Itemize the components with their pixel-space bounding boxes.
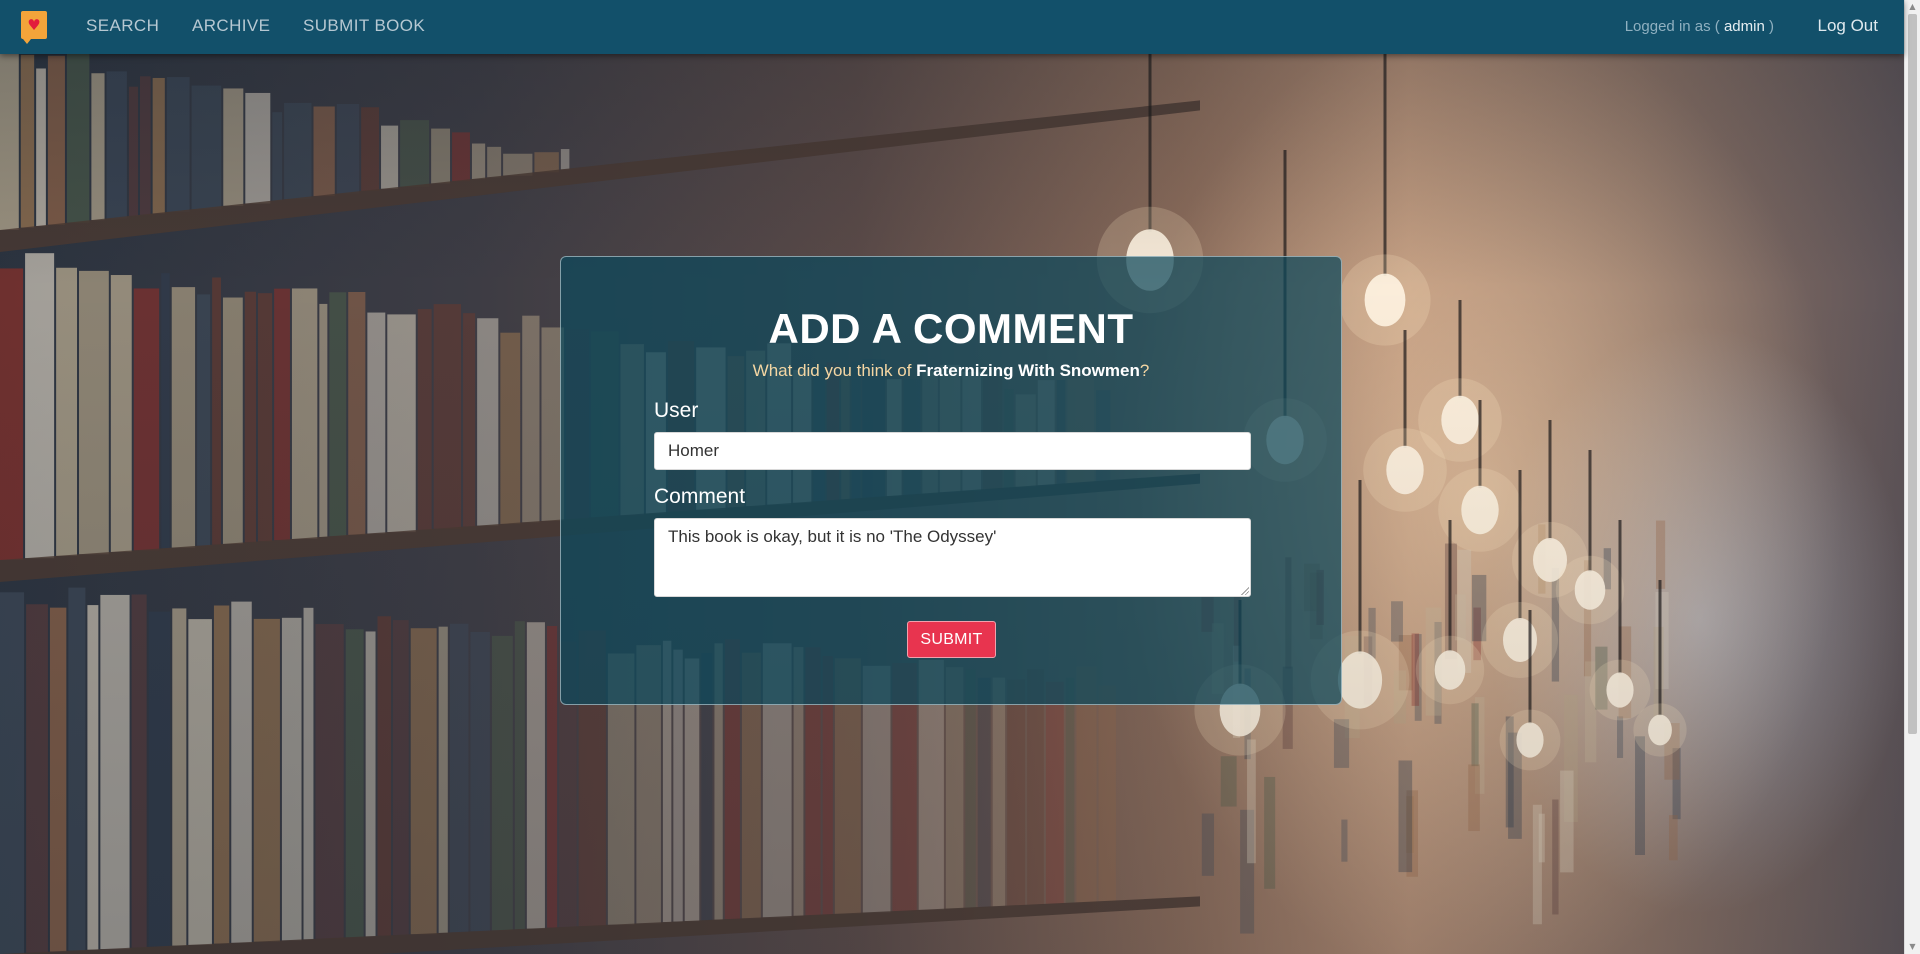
submit-button[interactable]: SUBMIT [907,621,996,658]
heart-book-icon: ♥ [27,15,41,34]
resize-grip-icon[interactable] [1240,586,1249,595]
nav-link-submit-book[interactable]: SUBMIT BOOK [303,16,425,36]
login-status: Logged in as ( admin ) [1625,18,1774,35]
login-username: admin [1723,18,1765,35]
scroll-down-arrow-icon[interactable]: ▼ [1905,940,1920,954]
scroll-up-arrow-icon[interactable]: ▲ [1905,0,1920,14]
user-label: User [654,399,699,422]
comment-textarea[interactable]: This book is okay, but it is no 'The Ody… [654,518,1251,597]
user-input[interactable] [654,432,1251,470]
page-title: ADD A COMMENT [768,305,1134,352]
logout-link[interactable]: Log Out [1818,16,1879,36]
add-comment-panel: ADD A COMMENT What did you think of Frat… [560,256,1342,705]
page-scrollbar[interactable]: ▲ ▼ [1904,0,1920,954]
top-navbar: ♥ SEARCH ARCHIVE SUBMIT BOOK Logged in a… [0,0,1904,54]
scrollbar-thumb[interactable] [1908,14,1917,734]
nav-link-search[interactable]: SEARCH [86,16,159,36]
login-status-prefix: Logged in as ( [1624,18,1720,35]
form-subtitle: What did you think of Fraternizing With … [561,361,1341,381]
subtitle-suffix: ? [1139,361,1150,380]
site-logo[interactable]: ♥ [21,11,47,44]
login-status-suffix: ) [1769,18,1774,35]
subtitle-prefix: What did you think of [752,361,912,380]
nav-link-archive[interactable]: ARCHIVE [192,16,270,36]
book-title: Fraternizing With Snowmen [916,361,1140,380]
comment-label: Comment [654,485,746,508]
